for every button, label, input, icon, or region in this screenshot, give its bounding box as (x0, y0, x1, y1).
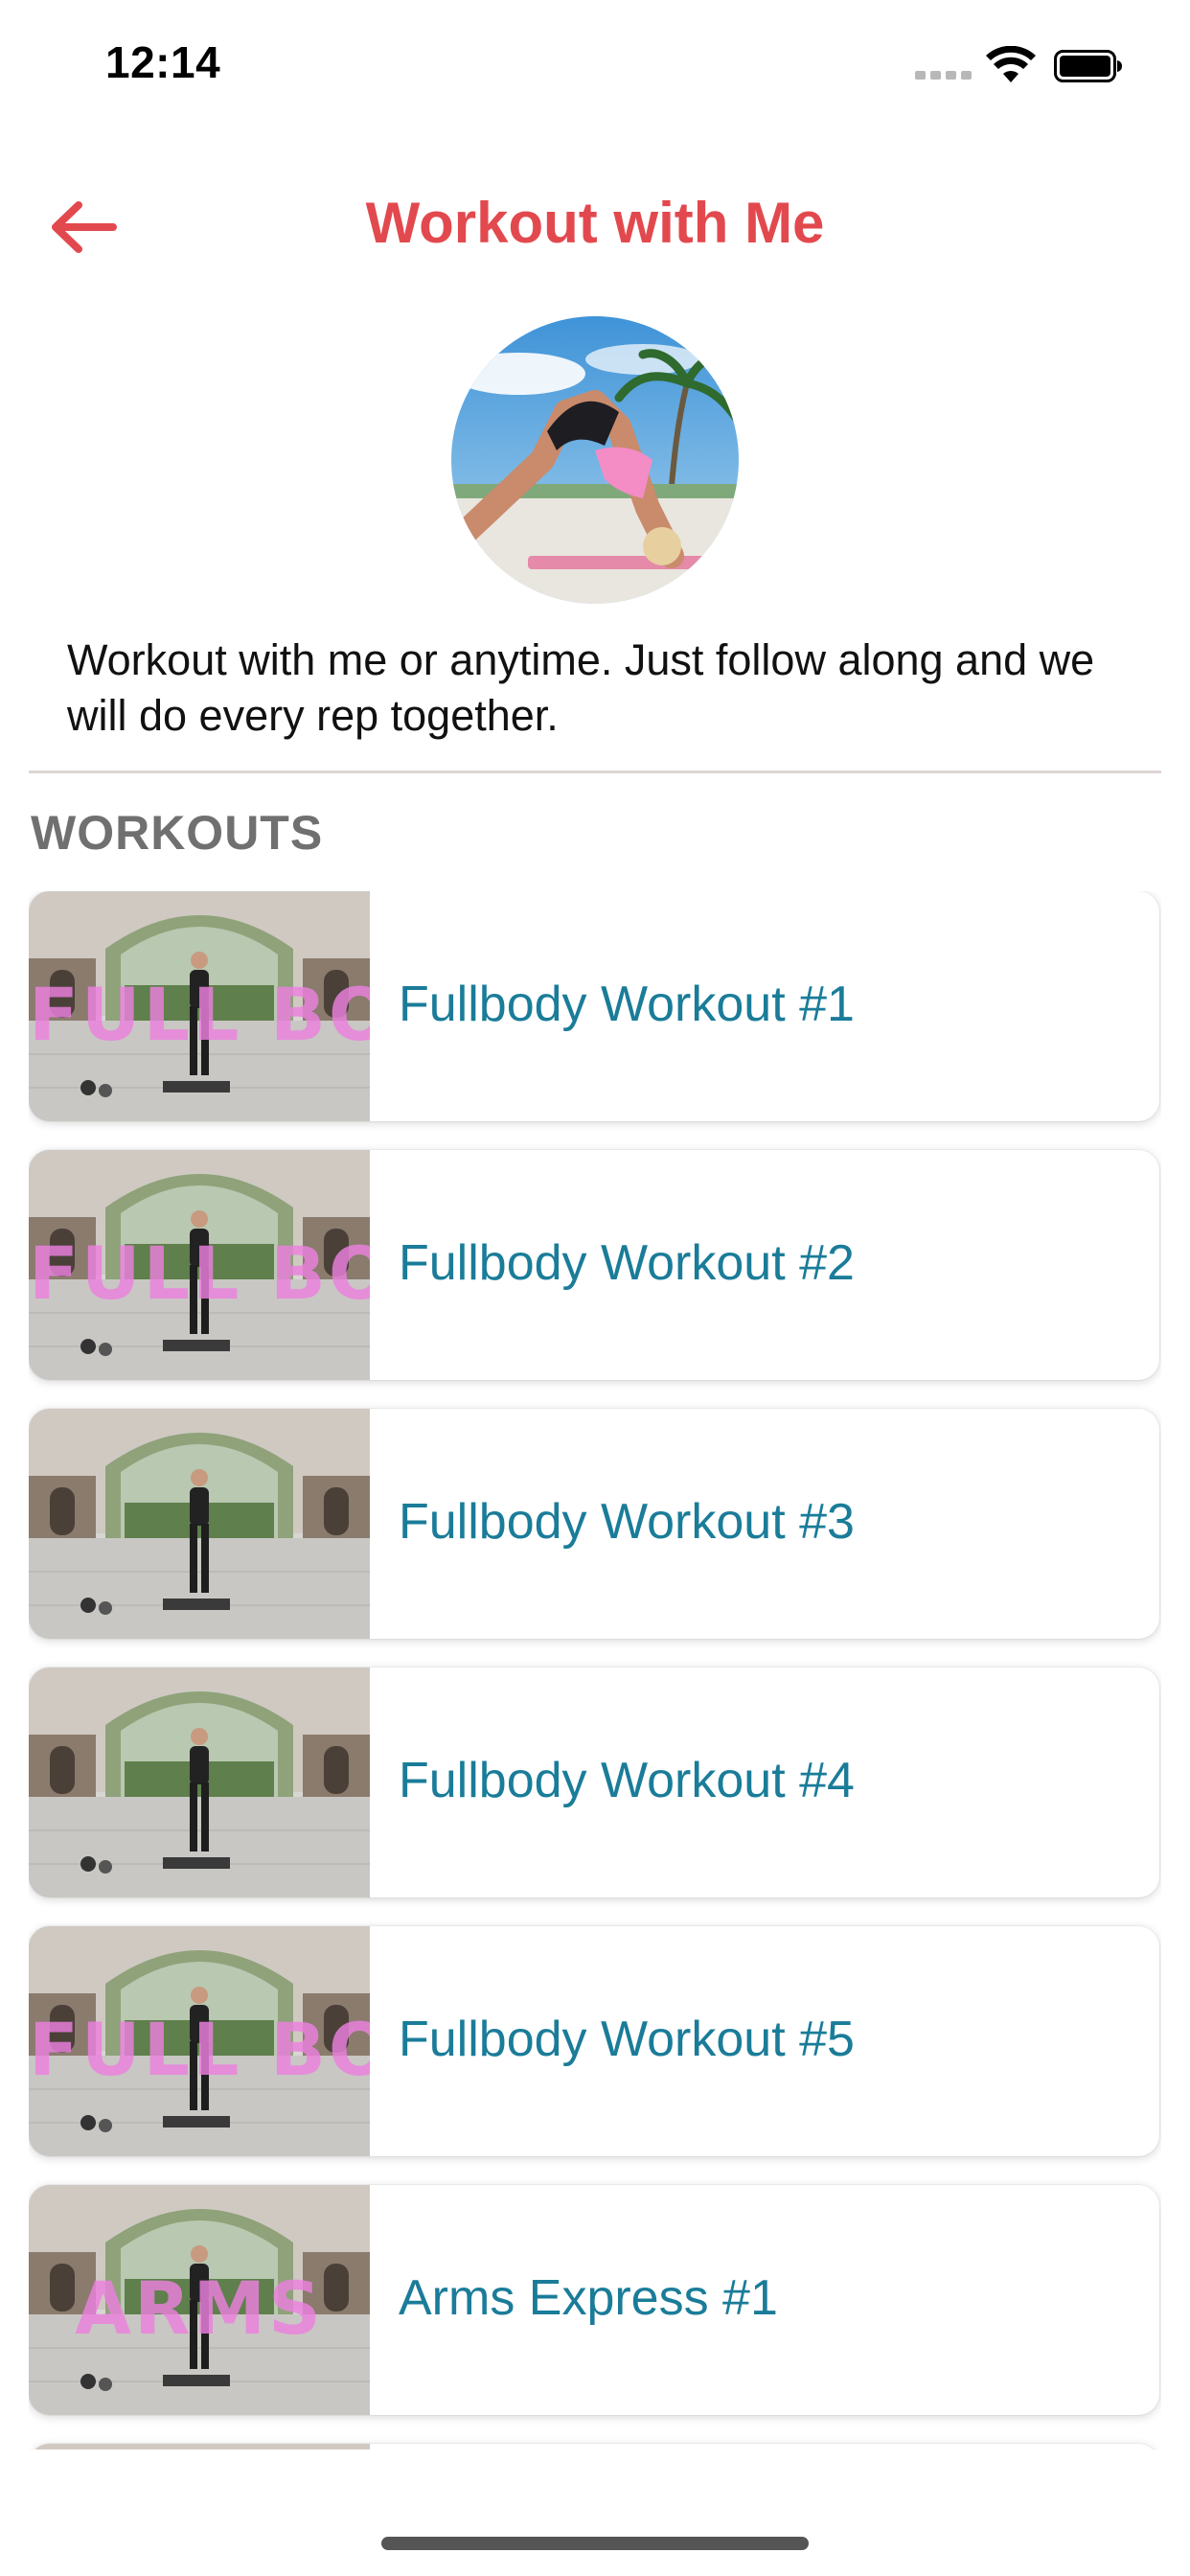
home-indicator[interactable] (381, 2537, 809, 2550)
workout-title: Fullbody Workout #4 (399, 1753, 855, 1808)
intro-description: Workout with me or anytime. Just follow … (67, 635, 1095, 740)
page-title: Workout with Me (365, 191, 825, 255)
workout-thumbnail: ARMS (29, 2185, 370, 2415)
workout-title: Fullbody Workout #1 (399, 977, 855, 1032)
workout-card[interactable]: FULL BODY Fullbody Workout #1 (29, 891, 1159, 1121)
thumbnail-overlay-text: ARMS (75, 2266, 324, 2351)
workout-thumbnail: FULL BODY (29, 891, 370, 1121)
workout-card[interactable] (29, 2444, 1159, 2450)
workout-thumbnail: FULL BODY (29, 1150, 370, 1380)
status-bar: 12:14 (0, 0, 1190, 134)
workout-thumbnail (29, 1409, 370, 1639)
section-header-workouts: WORKOUTS (31, 806, 324, 860)
status-time: 12:14 (105, 37, 221, 87)
workout-title: Fullbody Workout #5 (399, 2012, 855, 2067)
divider (29, 770, 1161, 773)
workout-card[interactable]: Fullbody Workout #4 (29, 1668, 1159, 1898)
workout-title: Fullbody Workout #2 (399, 1235, 855, 1291)
battery-icon (1054, 50, 1122, 82)
workout-card[interactable]: ARMS Arms Express #1 (29, 2185, 1159, 2415)
cellular-signal-icon (915, 71, 972, 80)
workout-card[interactable]: Fullbody Workout #3 (29, 1409, 1159, 1639)
workout-thumbnail: FULL BODY (29, 1926, 370, 2156)
workout-title: Fullbody Workout #3 (399, 1494, 855, 1550)
workout-thumbnail (29, 2444, 370, 2450)
workout-title: Arms Express #1 (399, 2270, 778, 2326)
thumbnail-overlay-text: FULL BODY (29, 972, 370, 1057)
thumbnail-overlay-text: FULL BODY (29, 1230, 370, 1316)
workout-card[interactable]: FULL BODY Fullbody Workout #5 (29, 1926, 1159, 2156)
wifi-icon (986, 46, 1036, 82)
avatar (451, 316, 739, 604)
workout-card[interactable]: FULL BODY Fullbody Workout #2 (29, 1150, 1159, 1380)
workout-list[interactable]: FULL BODY Fullbody Workout #1 FULL BODY Fu… (29, 891, 1161, 2450)
thumbnail-overlay-text: FULL BODY (29, 2007, 370, 2092)
workout-thumbnail (29, 1668, 370, 1898)
navigation-bar: Workout with Me (0, 172, 1190, 278)
